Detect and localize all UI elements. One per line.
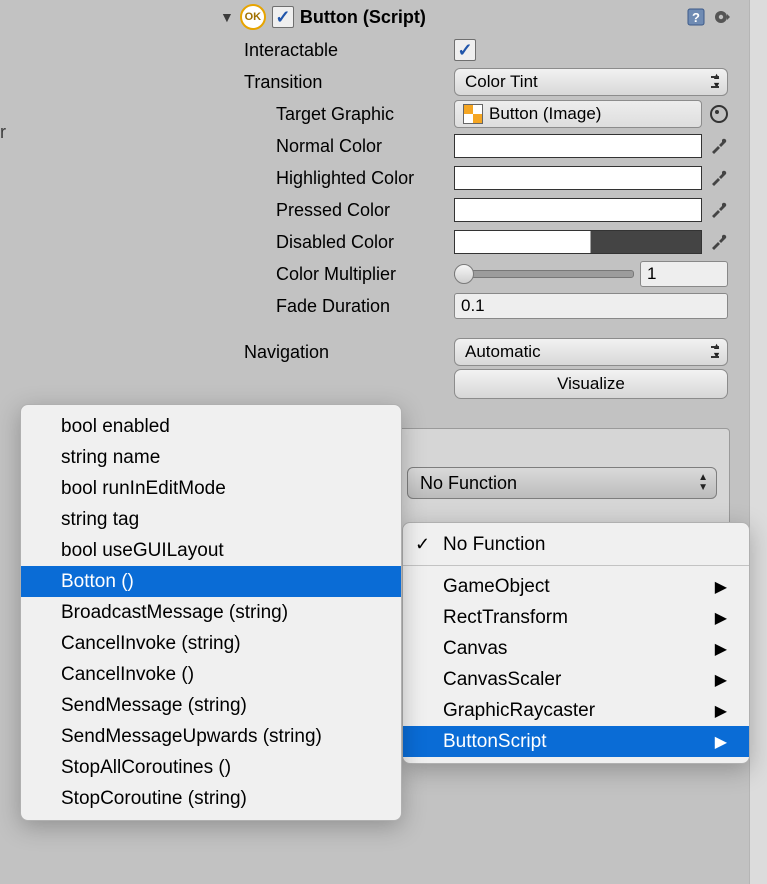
- menu-item[interactable]: GameObject ▶: [403, 571, 749, 602]
- highlighted-color-row: Highlighted Color: [0, 162, 750, 194]
- navigation-row: Navigation Automatic ▲▼: [0, 336, 750, 368]
- function-dropdown[interactable]: No Function ▲▼: [407, 467, 717, 499]
- pressed-color-label: Pressed Color: [276, 200, 454, 221]
- transition-value: Color Tint: [465, 72, 538, 92]
- normal-color-field[interactable]: [454, 134, 702, 158]
- interactable-label: Interactable: [244, 40, 454, 61]
- interactable-checkbox[interactable]: [454, 39, 476, 61]
- function-category-menu[interactable]: ✓No FunctionGameObject▶RectTransform▶Can…: [402, 522, 750, 764]
- disabled-color-field[interactable]: [454, 230, 702, 254]
- submenu-item[interactable]: string tag: [21, 504, 401, 535]
- eyedropper-icon[interactable]: [708, 136, 728, 156]
- submenu-item[interactable]: bool enabled: [21, 411, 401, 442]
- interactable-row: Interactable: [0, 34, 750, 66]
- fade-duration-label: Fade Duration: [276, 296, 454, 317]
- visualize-button[interactable]: Visualize: [454, 369, 728, 399]
- submenu-arrow-icon: ▶: [715, 732, 727, 752]
- fade-duration-field[interactable]: 0.1: [454, 293, 728, 319]
- menu-item[interactable]: ButtonScript ▶: [403, 726, 749, 757]
- check-icon: ✓: [415, 534, 430, 555]
- menu-item[interactable]: Canvas ▶: [403, 633, 749, 664]
- hierarchy-fragment: er: [0, 122, 6, 143]
- menu-item-label: CanvasScaler: [443, 669, 561, 691]
- transition-dropdown[interactable]: Color Tint ▲▼: [454, 68, 728, 96]
- gear-icon[interactable]: [712, 7, 732, 27]
- eyedropper-icon[interactable]: [708, 200, 728, 220]
- submenu-item[interactable]: CancelInvoke (string): [21, 628, 401, 659]
- color-multiplier-slider[interactable]: [454, 270, 634, 278]
- submenu-arrow-icon: ▶: [715, 608, 727, 628]
- target-graphic-field[interactable]: Button (Image): [454, 100, 702, 128]
- updown-icon: ▲▼: [712, 342, 721, 360]
- submenu-item[interactable]: SendMessage (string): [21, 690, 401, 721]
- foldout-icon[interactable]: ▼: [220, 9, 234, 25]
- menu-item-label: RectTransform: [443, 607, 568, 629]
- eyedropper-icon[interactable]: [708, 168, 728, 188]
- updown-icon: ▲▼: [712, 72, 721, 90]
- visualize-row: Visualize: [0, 368, 750, 400]
- object-picker-icon[interactable]: [710, 105, 728, 123]
- svg-text:?: ?: [692, 10, 700, 25]
- submenu-item[interactable]: CancelInvoke (): [21, 659, 401, 690]
- submenu-item[interactable]: Botton (): [21, 566, 401, 597]
- submenu-arrow-icon: ▶: [715, 701, 727, 721]
- submenu-arrow-icon: ▶: [715, 577, 727, 597]
- ok-badge-icon: OK: [240, 4, 266, 30]
- navigation-value: Automatic: [465, 342, 541, 362]
- submenu-item[interactable]: StopCoroutine (string): [21, 783, 401, 814]
- highlighted-color-field[interactable]: [454, 166, 702, 190]
- component-title: Button (Script): [300, 7, 426, 28]
- menu-item-label: Canvas: [443, 638, 507, 660]
- image-icon: [463, 104, 483, 124]
- menu-item[interactable]: ✓ No Function: [403, 529, 749, 560]
- highlighted-color-label: Highlighted Color: [276, 168, 454, 189]
- menu-item[interactable]: RectTransform ▶: [403, 602, 749, 633]
- slider-thumb-icon[interactable]: [454, 264, 474, 284]
- menu-divider: [403, 565, 749, 566]
- submenu-item[interactable]: bool useGUILayout: [21, 535, 401, 566]
- target-graphic-label: Target Graphic: [276, 104, 454, 125]
- menu-item-label: No Function: [443, 534, 545, 556]
- transition-row: Transition Color Tint ▲▼: [0, 66, 750, 98]
- normal-color-label: Normal Color: [276, 136, 454, 157]
- color-multiplier-row: Color Multiplier 1: [0, 258, 750, 290]
- submenu-item[interactable]: SendMessageUpwards (string): [21, 721, 401, 752]
- color-multiplier-value[interactable]: 1: [640, 261, 728, 287]
- submenu-item[interactable]: BroadcastMessage (string): [21, 597, 401, 628]
- submenu-item[interactable]: string name: [21, 442, 401, 473]
- eyedropper-icon[interactable]: [708, 232, 728, 252]
- component-enable-checkbox[interactable]: [272, 6, 294, 28]
- pressed-color-row: Pressed Color: [0, 194, 750, 226]
- submenu-arrow-icon: ▶: [715, 639, 727, 659]
- submenu-item[interactable]: StopAllCoroutines (): [21, 752, 401, 783]
- menu-item[interactable]: GraphicRaycaster ▶: [403, 695, 749, 726]
- scrollbar[interactable]: [749, 0, 767, 884]
- menu-item-label: ButtonScript: [443, 731, 547, 753]
- component-header[interactable]: ▼ OK Button (Script) ?: [0, 0, 750, 34]
- color-multiplier-label: Color Multiplier: [276, 264, 454, 285]
- transition-label: Transition: [244, 72, 454, 93]
- menu-item-label: GameObject: [443, 576, 550, 598]
- function-submenu[interactable]: bool enabledstring namebool runInEditMod…: [20, 404, 402, 821]
- submenu-arrow-icon: ▶: [715, 670, 727, 690]
- submenu-item[interactable]: bool runInEditMode: [21, 473, 401, 504]
- function-dropdown-value: No Function: [420, 473, 517, 494]
- target-graphic-row: Target Graphic Button (Image): [0, 98, 750, 130]
- target-graphic-value: Button (Image): [489, 104, 601, 124]
- normal-color-row: Normal Color: [0, 130, 750, 162]
- disabled-color-label: Disabled Color: [276, 232, 454, 253]
- fade-duration-row: Fade Duration 0.1: [0, 290, 750, 322]
- menu-item[interactable]: CanvasScaler ▶: [403, 664, 749, 695]
- updown-icon: ▲▼: [698, 473, 708, 493]
- help-icon[interactable]: ?: [686, 7, 706, 27]
- disabled-color-row: Disabled Color: [0, 226, 750, 258]
- navigation-dropdown[interactable]: Automatic ▲▼: [454, 338, 728, 366]
- pressed-color-field[interactable]: [454, 198, 702, 222]
- menu-item-label: GraphicRaycaster: [443, 700, 595, 722]
- navigation-label: Navigation: [244, 342, 454, 363]
